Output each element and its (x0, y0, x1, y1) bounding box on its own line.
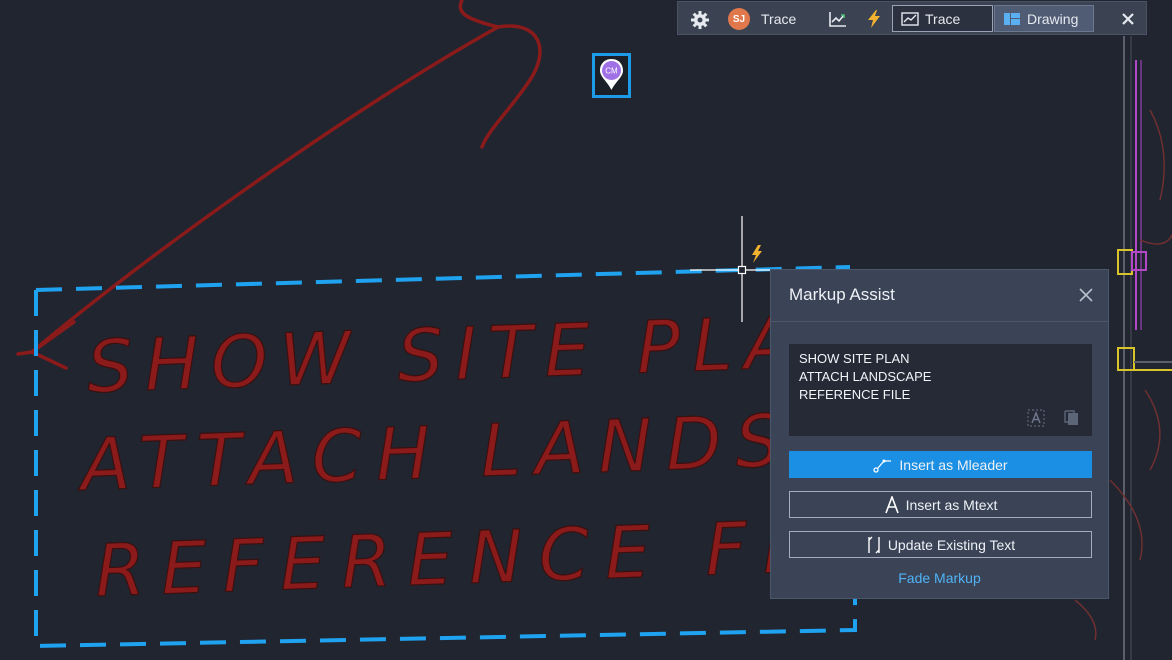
recognized-text-field[interactable]: SHOW SITE PLAN ATTACH LANDSCAPE REFERENC… (789, 344, 1092, 436)
recognized-text-line-2: ATTACH LANDSCAPE (799, 369, 932, 384)
fade-markup-link[interactable]: Fade Markup (771, 570, 1108, 586)
panel-close-icon[interactable] (1077, 286, 1095, 304)
markup-assist-panel: Markup Assist SHOW SITE PLAN ATTACH LAND… (770, 269, 1109, 599)
recognized-text-line-3: REFERENCE FILE (799, 387, 911, 402)
lightning-cursor-icon (752, 245, 762, 263)
panel-title: Markup Assist (789, 285, 895, 304)
tab-drawing[interactable]: Drawing (994, 5, 1094, 32)
update-existing-text-button[interactable]: Update Existing Text (789, 531, 1092, 558)
mleader-icon (873, 459, 892, 473)
panel-header: Markup Assist (771, 270, 1108, 322)
handwritten-line-1: SHOW SITE PLAN (86, 298, 873, 409)
avatar[interactable]: SJ (728, 8, 750, 30)
update-existing-text-label: Update Existing Text (887, 536, 1016, 553)
chart-compare-icon[interactable] (828, 10, 848, 28)
text-format-icon[interactable] (1025, 407, 1047, 429)
close-icon[interactable] (1118, 9, 1138, 29)
insert-mleader-button[interactable]: Insert as Mleader (789, 451, 1092, 478)
insert-mtext-button[interactable]: Insert as Mtext (789, 491, 1092, 518)
pin-initials: CM (605, 67, 618, 76)
lightning-icon[interactable] (866, 9, 882, 29)
drawing-view-icon (1004, 12, 1020, 25)
mtext-icon (884, 495, 899, 513)
tab-trace[interactable]: Trace (892, 5, 993, 32)
tab-drawing-label: Drawing (1027, 10, 1079, 27)
copy-icon[interactable] (1061, 407, 1083, 429)
insert-mtext-label: Insert as Mtext (905, 496, 998, 513)
trace-toolbar: SJ Trace Trace Drawing (677, 1, 1147, 35)
markup-pin[interactable]: CM (592, 53, 631, 98)
tab-trace-label: Trace (925, 10, 961, 27)
trace-view-icon (901, 11, 919, 26)
trace-name-label: Trace (761, 11, 797, 27)
insert-mleader-label: Insert as Mleader (899, 456, 1008, 473)
update-text-icon (868, 536, 880, 553)
recognized-text-line-1: SHOW SITE PLAN (799, 351, 910, 366)
markup-pin-icon: CM (600, 59, 623, 90)
gear-icon[interactable] (690, 10, 710, 30)
